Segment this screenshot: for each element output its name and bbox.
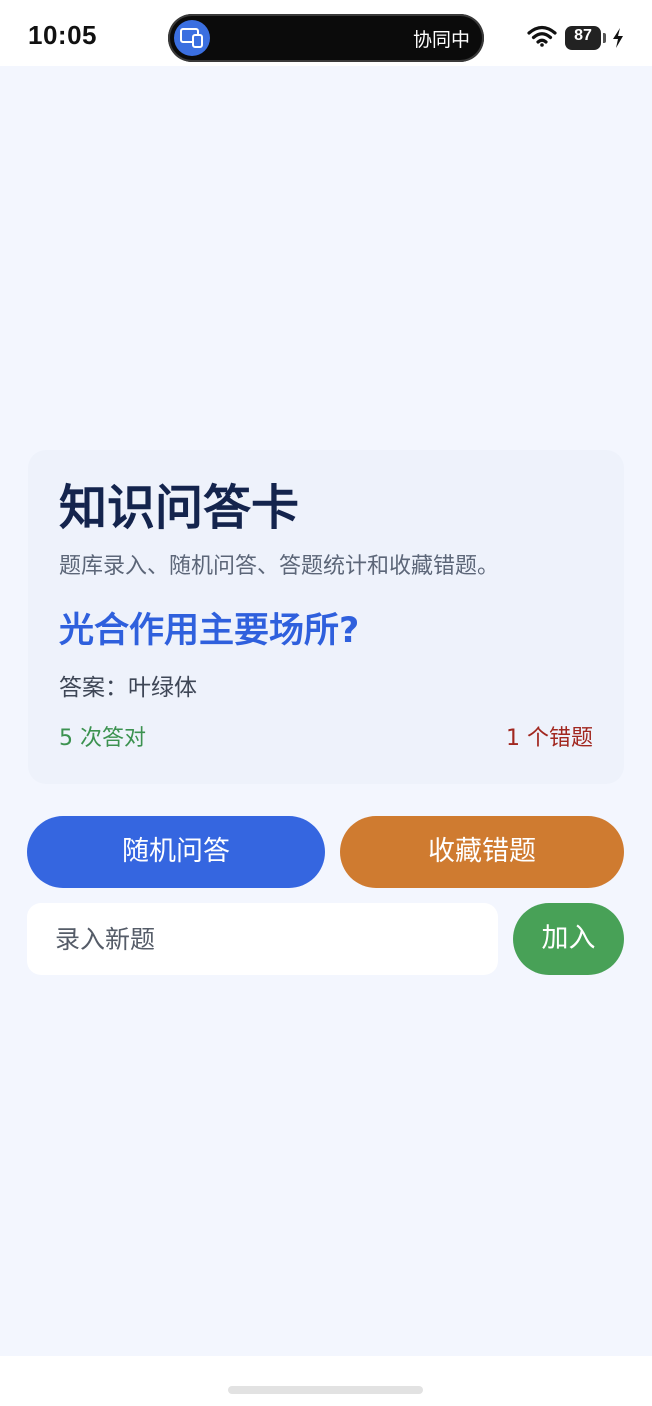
wifi-icon [527,25,557,47]
favorite-wrong-button[interactable]: 收藏错题 [340,816,624,888]
charging-bolt-icon [613,28,623,48]
card-subtitle: 题库录入、随机问答、答题统计和收藏错题。 [59,554,500,579]
new-question-input[interactable] [27,903,498,975]
battery-cap [603,33,606,43]
collab-status-text: 协同中 [412,29,470,51]
battery-level: 87 [574,27,592,44]
answer-text: 答案：叶绿体 [59,675,197,701]
wrong-count: 1 个错题 [506,726,593,751]
bottom-bar [0,1356,652,1406]
screen-share-icon [174,20,210,56]
add-button[interactable]: 加入 [513,903,624,975]
quiz-card: 知识问答卡 题库录入、随机问答、答题统计和收藏错题。 光合作用主要场所? 答案：… [28,450,624,784]
card-title: 知识问答卡 [59,480,300,536]
battery-icon: 87 [565,26,606,50]
correct-count: 5 次答对 [59,726,146,751]
dynamic-island[interactable]: 协同中 [168,14,484,62]
status-bar: 10:05 协同中 87 [0,0,652,66]
random-quiz-button[interactable]: 随机问答 [27,816,325,888]
status-time: 10:05 [28,20,97,50]
home-indicator[interactable] [228,1386,423,1394]
question-text: 光合作用主要场所? [59,611,360,651]
